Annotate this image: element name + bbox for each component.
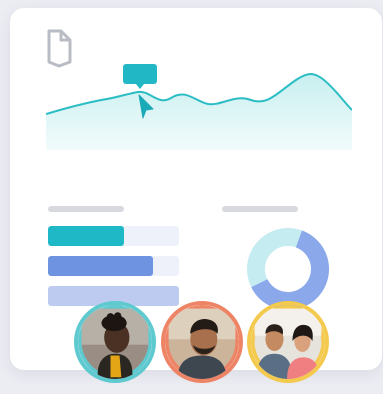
chart-area <box>46 74 352 150</box>
progress-bar-1 <box>48 226 179 246</box>
skeleton-label-bars <box>48 206 124 212</box>
progress-bar-2 <box>48 256 179 276</box>
avatar-people-3 <box>247 301 329 383</box>
progress-fill-2 <box>48 256 153 276</box>
skeleton-label-donut <box>222 206 298 212</box>
tooltip-bubble-icon <box>123 64 157 89</box>
donut-chart <box>247 228 329 310</box>
avatar-person-1 <box>74 301 156 383</box>
stage <box>0 0 383 394</box>
line-chart <box>46 64 352 150</box>
avatar-person-2 <box>161 301 243 383</box>
progress-fill-1 <box>48 226 124 246</box>
